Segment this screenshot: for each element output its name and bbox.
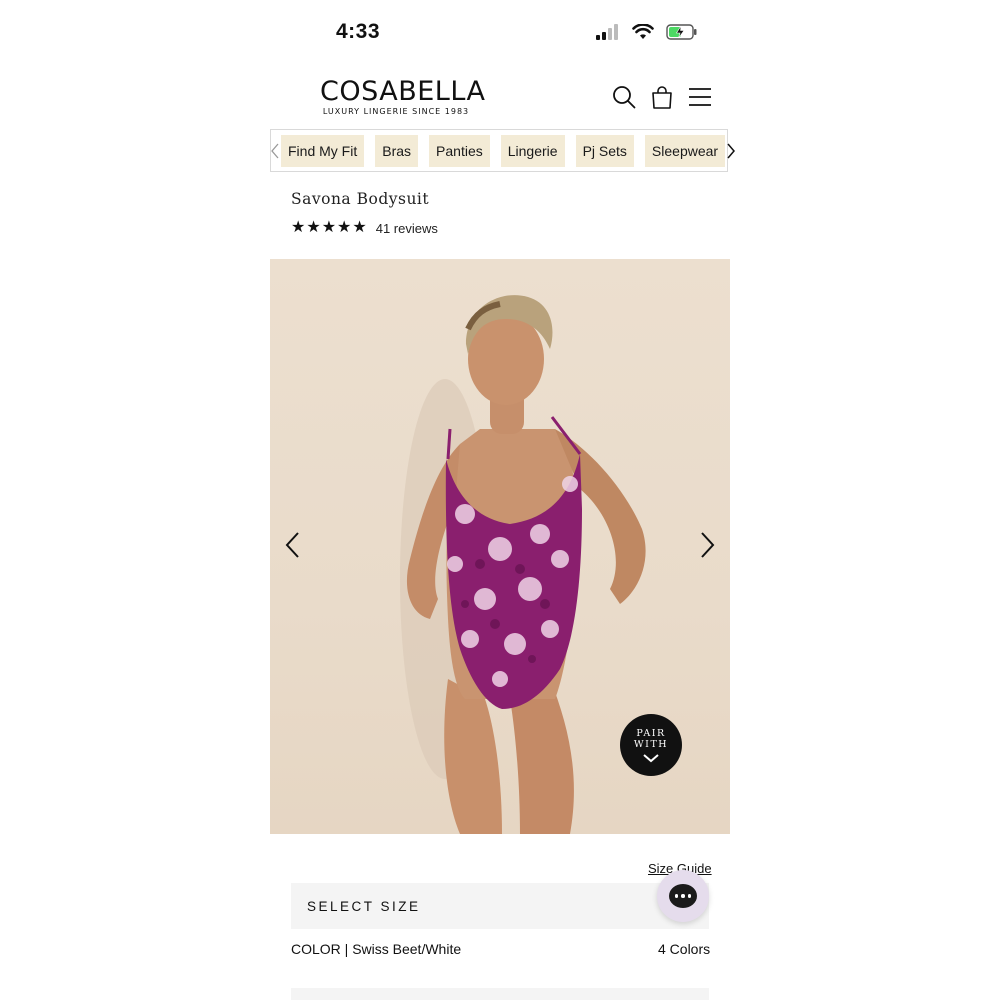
header-actions — [612, 84, 712, 110]
chevron-left-icon[interactable] — [271, 143, 279, 159]
category-find-my-fit[interactable]: Find My Fit — [281, 134, 365, 167]
cellular-signal-icon — [596, 24, 620, 45]
pair-with-line2: WITH — [633, 739, 669, 750]
product-title: Savona Bodysuit — [291, 190, 430, 208]
star-icon: ★ — [337, 219, 352, 236]
category-lingerie[interactable]: Lingerie — [500, 134, 565, 167]
chevron-right-icon[interactable] — [727, 143, 736, 159]
star-icon: ★ — [321, 219, 337, 236]
status-time: 4:33 — [336, 20, 381, 43]
product-image-carousel[interactable]: PAIR WITH — [270, 259, 730, 834]
star-icon: ★ — [352, 219, 367, 236]
chat-button[interactable] — [657, 870, 709, 922]
next-section-bar — [291, 988, 709, 1000]
star-icon: ★ — [291, 219, 306, 236]
carousel-prev-icon[interactable] — [284, 531, 300, 564]
battery-charging-icon — [666, 24, 698, 45]
pair-with-line1: PAIR — [636, 728, 666, 739]
category-pj-sets[interactable]: Pj Sets — [575, 134, 634, 167]
brand-logo[interactable]: COSABELLA LUXURY LINGERIE SINCE 1983 — [320, 76, 486, 117]
category-panties[interactable]: Panties — [429, 134, 490, 167]
hamburger-menu-icon[interactable] — [688, 84, 712, 110]
reviews-count[interactable]: 41 reviews — [376, 221, 438, 236]
category-list: Find My Fit Bras Panties Lingerie Pj Set… — [279, 134, 726, 167]
color-label: COLOR | Swiss Beet/White — [291, 941, 462, 957]
chat-bubble-icon — [669, 884, 697, 908]
star-icon: ★ — [306, 219, 321, 236]
search-icon[interactable] — [612, 84, 636, 110]
wifi-icon — [632, 23, 654, 45]
color-count-link[interactable]: 4 Colors — [658, 941, 710, 957]
carousel-next-icon[interactable] — [700, 531, 716, 564]
shopping-bag-icon[interactable] — [650, 84, 674, 110]
category-bras[interactable]: Bras — [375, 134, 419, 167]
status-icons — [596, 23, 698, 45]
product-rating[interactable]: ★ ★ ★ ★ ★ 41 reviews — [291, 219, 438, 237]
category-sleepwear[interactable]: Sleepwear — [644, 134, 726, 167]
logo-wordmark: COSABELLA — [320, 76, 486, 107]
select-size-dropdown[interactable]: SELECT SIZE — [291, 883, 709, 929]
logo-tagline: LUXURY LINGERIE SINCE 1983 — [322, 107, 470, 116]
chevron-down-icon — [643, 754, 659, 763]
mobile-screen: 4:33 COSABELLA LUXURY LINGERIE SINCE 198… — [0, 0, 1000, 1000]
pair-with-button[interactable]: PAIR WITH — [620, 714, 682, 776]
category-nav: Find My Fit Bras Panties Lingerie Pj Set… — [270, 129, 736, 172]
